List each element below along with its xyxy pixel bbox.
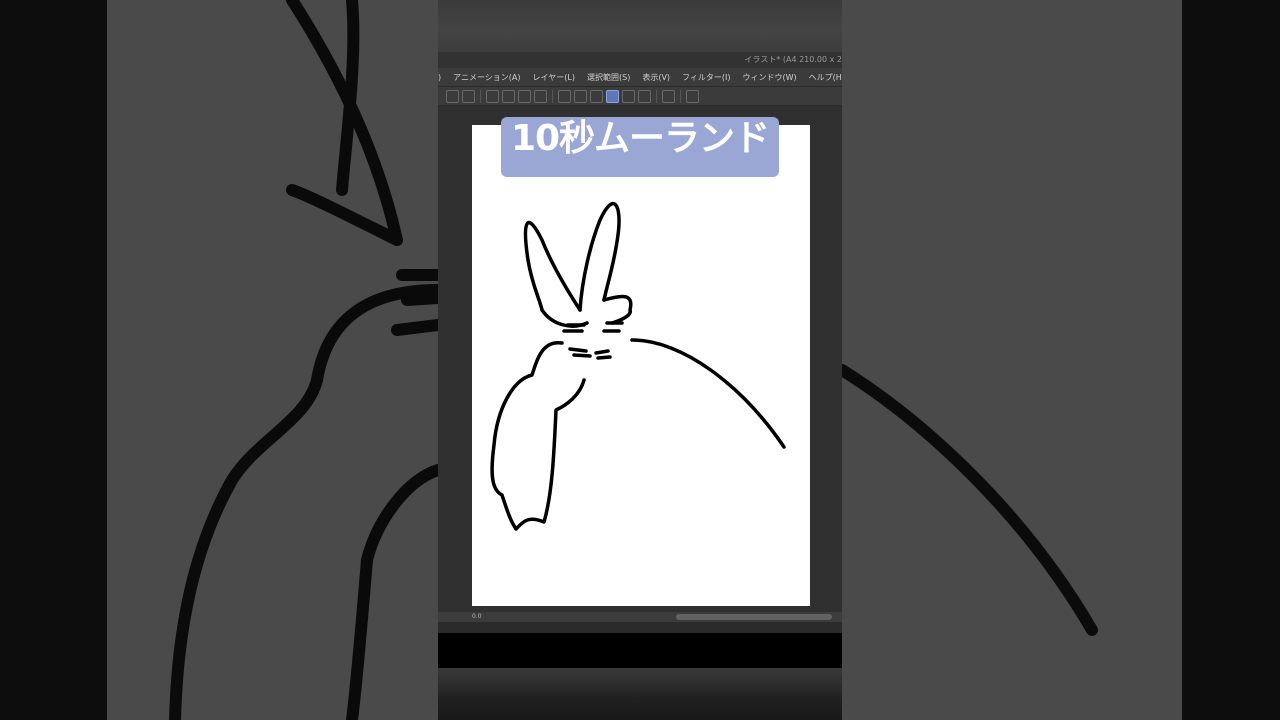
horizontal-scrollbar[interactable] [676, 614, 832, 620]
menu-item-help[interactable]: ヘルプ(H) [809, 72, 842, 83]
brush-icon[interactable] [622, 89, 635, 103]
menu-item-selection[interactable]: 選択範囲(S) [587, 72, 630, 83]
redo-icon[interactable] [462, 89, 475, 103]
menu-item-filter[interactable]: フィルター(I) [682, 72, 730, 83]
undo-icon[interactable] [446, 89, 459, 103]
blurred-background-left [107, 0, 438, 720]
toolbar-divider [480, 89, 481, 103]
blurred-top-area [438, 0, 842, 52]
fill-icon[interactable] [518, 89, 531, 103]
zoom-readout: 0.0 [472, 613, 482, 620]
crop-icon[interactable] [534, 89, 547, 103]
toolbar-divider [656, 89, 657, 103]
lasso-icon[interactable] [486, 89, 499, 103]
frame-icon[interactable] [590, 89, 603, 103]
video-frame: イラスト* (A4 210.00 x 2 ) アニメーション(A) レイヤー(L… [438, 0, 842, 720]
menu-bar: ) アニメーション(A) レイヤー(L) 選択範囲(S) 表示(V) フィルター… [438, 68, 842, 87]
canvas-workspace [438, 106, 842, 612]
toolbar-divider [552, 89, 553, 103]
drawing-canvas[interactable] [472, 125, 810, 606]
menu-item-window[interactable]: ウィンドウ(W) [743, 72, 797, 83]
pen-icon[interactable] [606, 89, 619, 103]
eraser-icon[interactable] [638, 89, 651, 103]
window-titlebar: イラスト* (A4 210.00 x 2 [438, 52, 842, 68]
menu-item-animation[interactable]: アニメーション(A) [453, 72, 520, 83]
help-icon[interactable] [686, 89, 699, 103]
rabbit-sketch [490, 202, 786, 531]
transform-icon[interactable] [502, 89, 515, 103]
menu-item-file-fragment[interactable]: ) [438, 73, 441, 82]
menu-item-layer[interactable]: レイヤー(L) [533, 72, 575, 83]
blurred-background-right [842, 0, 1182, 720]
menu-item-view[interactable]: 表示(V) [642, 72, 670, 83]
select-icon[interactable] [558, 89, 571, 103]
save-icon[interactable] [662, 89, 675, 103]
letterbox-right [1182, 0, 1280, 720]
toolbar-divider [680, 89, 681, 103]
command-toolbar [438, 87, 842, 105]
gradient-icon[interactable] [574, 89, 587, 103]
video-black-band [438, 633, 842, 668]
title-caption: 10秒ムーランド [501, 117, 779, 177]
letterbox-left [0, 0, 107, 720]
window-title: イラスト* (A4 210.00 x 2 [744, 55, 842, 64]
blurred-bottom-area [438, 668, 842, 720]
